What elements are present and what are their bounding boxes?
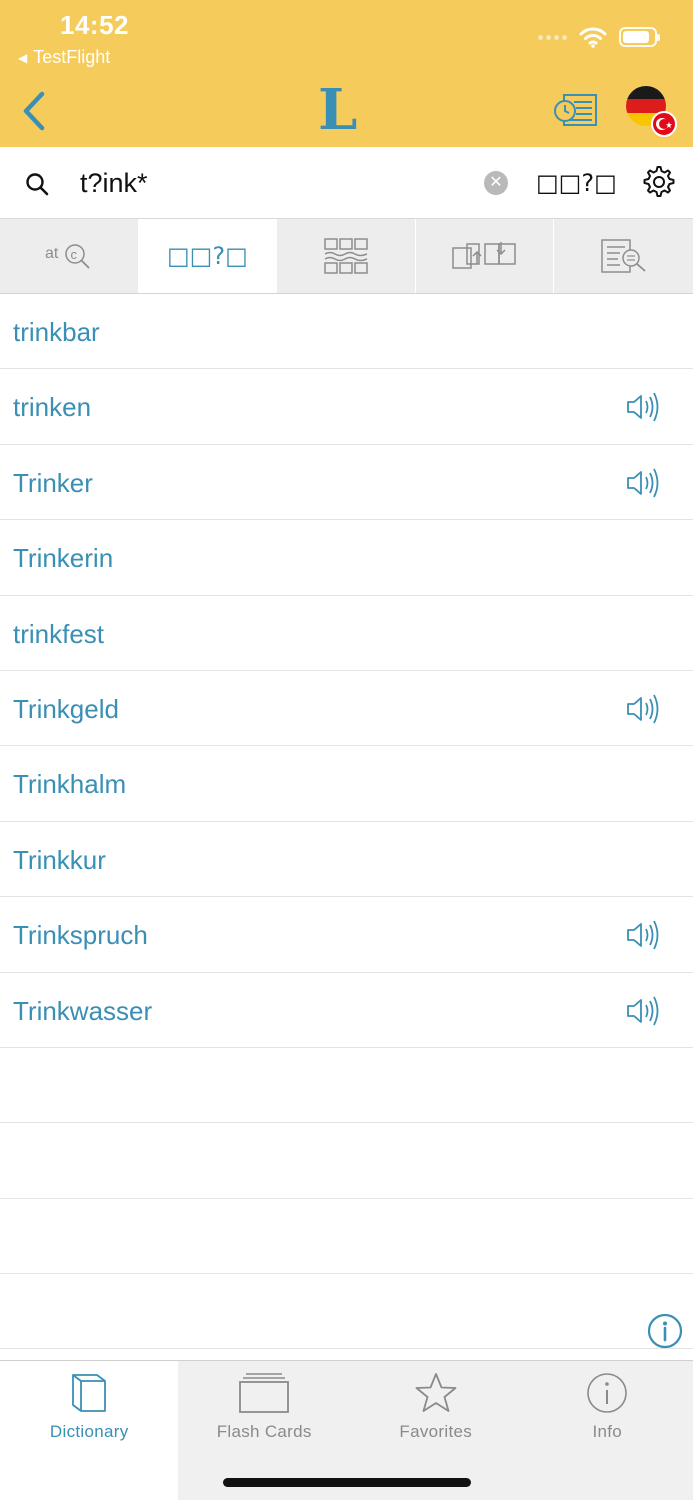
tabbar-dictionary[interactable]: Dictionary	[0, 1361, 179, 1500]
list-item[interactable]: Trinkhalm	[0, 746, 693, 822]
battery-icon	[619, 27, 660, 47]
flash-cards-icon	[239, 1373, 290, 1413]
speaker-icon[interactable]	[624, 995, 662, 1027]
svg-text:c: c	[70, 247, 77, 262]
list-item[interactable]: Trinker	[0, 445, 693, 521]
testflight-label: TestFlight	[33, 47, 111, 67]
app-header: 14:52 ◀ TestFlight L	[0, 0, 693, 147]
results-list: trinkbar trinken Trinker Trinkerin trink…	[0, 294, 693, 1350]
history-list-icon[interactable]	[552, 90, 598, 130]
testflight-back-link[interactable]: ◀ TestFlight	[18, 47, 110, 68]
status-time: 14:52	[60, 10, 129, 40]
status-indicators	[538, 26, 660, 48]
speaker-icon[interactable]	[624, 391, 662, 423]
result-word: trinkbar	[13, 317, 100, 347]
tab-text-search[interactable]	[554, 219, 693, 293]
search-bar: ✕ □□?□	[0, 147, 693, 219]
result-word: trinkfest	[13, 618, 105, 649]
list-item[interactable]: trinken	[0, 369, 693, 445]
tab-translation[interactable]	[416, 219, 555, 293]
result-word: trinken	[13, 392, 92, 423]
speaker-icon[interactable]	[624, 693, 662, 725]
list-item[interactable]: Trinkkur	[0, 822, 693, 898]
list-item[interactable]: Trinkgeld	[0, 671, 693, 747]
tabbar-info-label: Info	[592, 1422, 623, 1441]
result-word: Trinkerin	[13, 543, 114, 574]
result-word: Trinkspruch	[13, 920, 148, 951]
list-item[interactable]: Trinkspruch	[0, 897, 693, 973]
document-search-icon	[600, 239, 646, 273]
wildcard-mode-button[interactable]: □□?□	[536, 169, 617, 197]
list-item[interactable]: Trinkerin	[0, 520, 693, 596]
clear-search-icon[interactable]: ✕	[484, 171, 508, 195]
grid-wave-icon	[324, 238, 368, 274]
tab-wildcard[interactable]: □□?□	[138, 219, 278, 293]
empty-row	[0, 1048, 693, 1124]
search-icon	[26, 173, 49, 196]
info-icon	[587, 1373, 628, 1413]
search-mode-tabs: at c □□?□	[0, 219, 693, 294]
dictionary-icon	[72, 1374, 107, 1412]
speaker-icon[interactable]	[624, 467, 662, 499]
star-icon	[415, 1373, 457, 1412]
abc-search-icon: at c	[45, 244, 90, 269]
info-icon[interactable]	[647, 1313, 683, 1349]
chevron-left-icon[interactable]	[18, 90, 48, 132]
result-word: Trinkwasser	[13, 995, 153, 1026]
list-item[interactable]: Trinkwasser	[0, 973, 693, 1048]
tabbar-flash-cards-label: Flash Cards	[216, 1422, 312, 1441]
tab-spelling-search[interactable]: at c	[0, 219, 139, 293]
tabbar-dictionary-label: Dictionary	[49, 1422, 129, 1441]
tab-fulltext[interactable]	[277, 219, 416, 293]
tabbar-info[interactable]: Info	[521, 1361, 693, 1500]
language-pair-button[interactable]	[625, 85, 677, 137]
back-triangle-icon: ◀	[18, 50, 28, 65]
empty-row	[0, 1199, 693, 1275]
result-word: Trinkgeld	[13, 693, 119, 724]
result-word: Trinkkur	[13, 844, 106, 875]
result-word: Trinker	[13, 467, 93, 498]
german-flag-icon	[626, 86, 677, 137]
wifi-icon	[579, 27, 607, 48]
empty-row	[0, 1274, 693, 1350]
tab-wildcard-label: □□?□	[167, 242, 248, 270]
empty-row	[0, 1123, 693, 1199]
home-indicator	[223, 1478, 471, 1487]
search-input[interactable]	[80, 163, 460, 203]
tabbar-favorites-label: Favorites	[399, 1422, 473, 1441]
app-logo: L	[318, 77, 358, 143]
list-item[interactable]: trinkbar	[0, 294, 693, 370]
cellular-signal-icon	[538, 34, 567, 40]
speaker-icon[interactable]	[624, 919, 662, 951]
svg-text:at: at	[45, 245, 59, 262]
list-item[interactable]: trinkfest	[0, 596, 693, 671]
result-word: Trinkhalm	[13, 769, 127, 800]
gear-icon[interactable]	[641, 164, 677, 200]
translate-icon	[451, 242, 516, 269]
